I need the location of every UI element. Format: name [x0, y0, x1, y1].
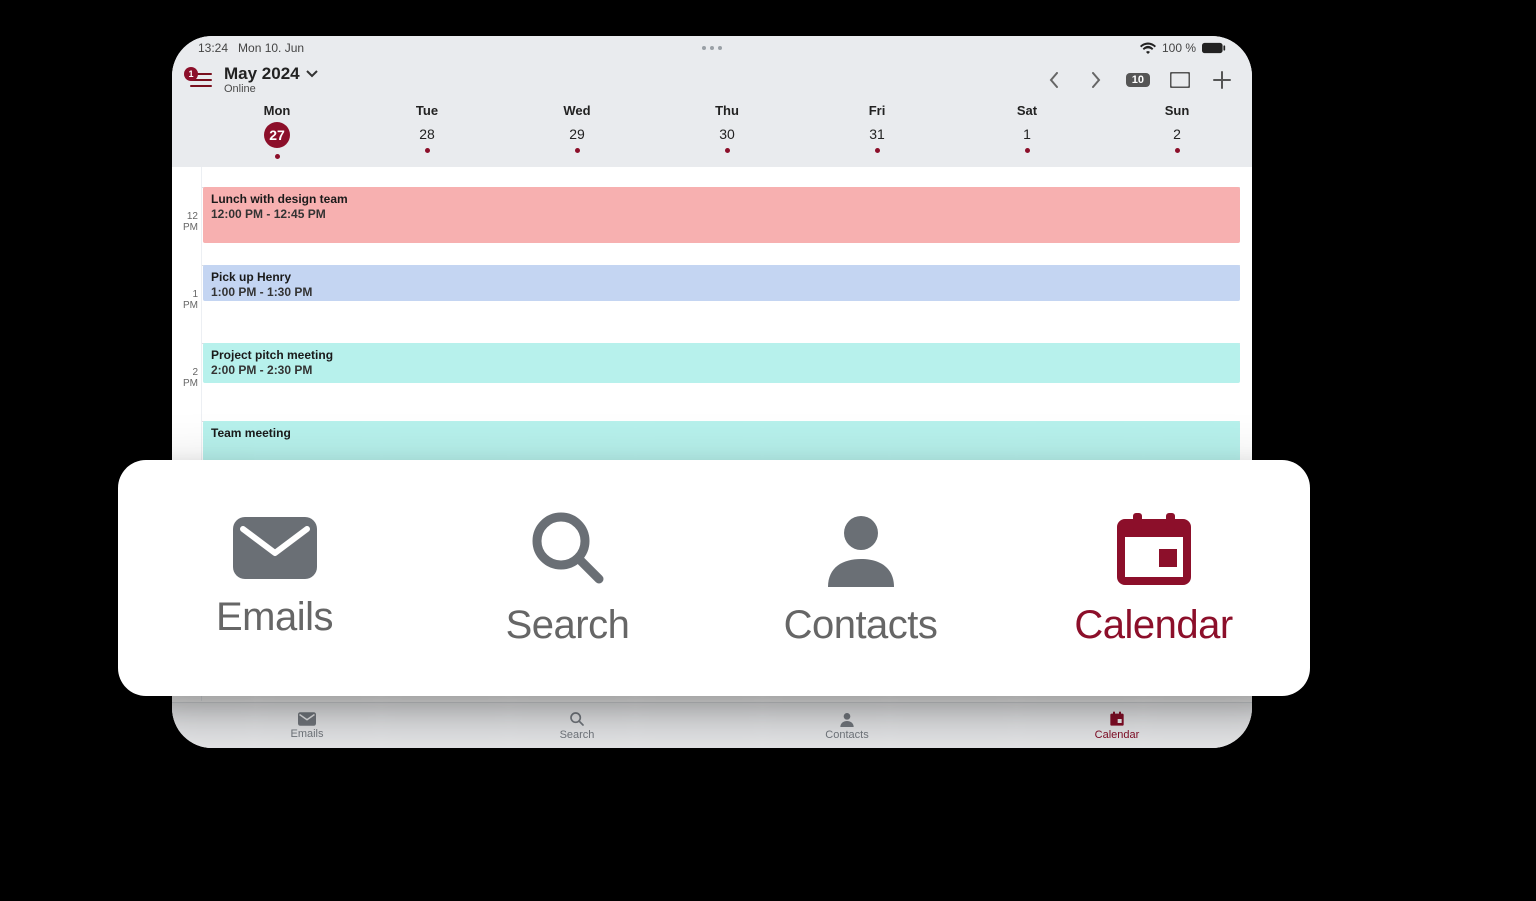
- hour-label-12: 12: [172, 211, 198, 222]
- weekday-number: 30: [719, 126, 735, 142]
- event-time: 1:00 PM - 1:30 PM: [211, 285, 1232, 299]
- weekday-indicator-dot: [725, 148, 730, 153]
- weekday-number: 29: [569, 126, 585, 142]
- nav-label: Contacts: [825, 729, 868, 741]
- event-project-pitch[interactable]: Project pitch meeting 2:00 PM - 2:30 PM: [203, 343, 1240, 383]
- bottom-nav: Emails Search Contacts Calendar: [172, 702, 1252, 748]
- weekday-number: 2: [1173, 126, 1181, 142]
- overlay-nav-label: Contacts: [784, 603, 938, 648]
- weekday-sun[interactable]: Sun 2: [1102, 103, 1252, 167]
- overlay-nav-label: Calendar: [1074, 603, 1232, 648]
- person-icon: [822, 509, 900, 587]
- weekday-indicator-dot: [575, 148, 580, 153]
- weekday-indicator-dot: [1175, 148, 1180, 153]
- weekday-indicator-dot: [425, 148, 430, 153]
- overlay-nav: Emails Search Contacts Calendar: [118, 460, 1310, 696]
- weekday-tue[interactable]: Tue 28: [352, 103, 502, 167]
- event-title: Team meeting: [211, 426, 1232, 440]
- add-button[interactable]: [1210, 68, 1234, 92]
- weekday-label: Fri: [869, 103, 886, 118]
- status-battery-text: 100 %: [1162, 41, 1196, 55]
- prev-button[interactable]: [1042, 68, 1066, 92]
- overlay-nav-search[interactable]: Search: [421, 490, 714, 666]
- event-time: 2:00 PM - 2:30 PM: [211, 363, 1232, 377]
- weekday-label: Tue: [416, 103, 438, 118]
- nav-label: Search: [560, 729, 595, 741]
- hour-label-2b: PM: [172, 378, 198, 389]
- nav-emails-small[interactable]: Emails: [172, 703, 442, 748]
- event-title: Lunch with design team: [211, 192, 1232, 206]
- overlay-nav-emails[interactable]: Emails: [128, 490, 421, 666]
- nav-label: Emails: [290, 728, 323, 740]
- nav-calendar-small[interactable]: Calendar: [982, 703, 1252, 748]
- wifi-icon: [1140, 42, 1156, 54]
- weekday-label: Sun: [1165, 103, 1190, 118]
- calendar-subtitle: Online: [224, 83, 318, 95]
- status-bar: 13:24 Mon 10. Jun 100 %: [172, 36, 1252, 60]
- weekday-indicator-dot: [875, 148, 880, 153]
- search-icon: [529, 509, 607, 587]
- status-date: Mon 10. Jun: [238, 41, 304, 55]
- weekday-mon[interactable]: Mon 27: [202, 103, 352, 167]
- chevron-down-icon: [306, 70, 318, 78]
- weekday-fri[interactable]: Fri 31: [802, 103, 952, 167]
- weekday-label: Thu: [715, 103, 739, 118]
- event-lunch[interactable]: Lunch with design team 12:00 PM - 12:45 …: [203, 187, 1240, 243]
- event-title: Pick up Henry: [211, 270, 1232, 284]
- weekday-label: Sat: [1017, 103, 1037, 118]
- weekday-number: 31: [869, 126, 885, 142]
- event-time: 12:00 PM - 12:45 PM: [211, 207, 1232, 221]
- calendar-title-block[interactable]: May 2024 Online: [224, 64, 318, 95]
- hour-label-2: 2: [172, 367, 198, 378]
- weekday-row: Mon 27 Tue 28 Wed 29 Thu 30 Fri 31 Sat 1: [172, 97, 1252, 167]
- event-pickup[interactable]: Pick up Henry 1:00 PM - 1:30 PM: [203, 265, 1240, 301]
- next-button[interactable]: [1084, 68, 1108, 92]
- overlay-nav-contacts[interactable]: Contacts: [714, 490, 1007, 666]
- nav-label: Calendar: [1095, 729, 1140, 741]
- battery-icon: [1202, 42, 1226, 54]
- weekday-number: 28: [419, 126, 435, 142]
- weekday-number: 27: [264, 122, 290, 148]
- overlay-nav-label: Emails: [216, 595, 333, 640]
- nav-contacts-small[interactable]: Contacts: [712, 703, 982, 748]
- calendar-icon: [1115, 509, 1193, 587]
- weekday-wed[interactable]: Wed 29: [502, 103, 652, 167]
- calendar-header: 1 May 2024 Online 10: [172, 60, 1252, 97]
- overlay-nav-calendar[interactable]: Calendar: [1007, 490, 1300, 666]
- weekday-number: 1: [1023, 126, 1031, 142]
- weekday-label: Wed: [563, 103, 590, 118]
- weekday-indicator-dot: [275, 154, 280, 159]
- status-time: 13:24: [198, 41, 228, 55]
- hour-label-1: 1: [172, 289, 198, 300]
- today-button[interactable]: 10: [1126, 73, 1150, 87]
- nav-search-small[interactable]: Search: [442, 703, 712, 748]
- status-handle[interactable]: [702, 46, 722, 50]
- menu-button[interactable]: 1: [190, 71, 214, 89]
- calendar-title: May 2024: [224, 64, 300, 84]
- mail-icon: [233, 517, 317, 579]
- hour-label-12b: PM: [172, 222, 198, 233]
- weekday-thu[interactable]: Thu 30: [652, 103, 802, 167]
- event-team-meeting[interactable]: Team meeting: [203, 421, 1240, 461]
- menu-badge: 1: [184, 67, 198, 81]
- weekday-label: Mon: [264, 103, 291, 118]
- event-title: Project pitch meeting: [211, 348, 1232, 362]
- hour-label-1b: PM: [172, 300, 198, 311]
- weekday-sat[interactable]: Sat 1: [952, 103, 1102, 167]
- weekday-indicator-dot: [1025, 148, 1030, 153]
- view-toggle-button[interactable]: [1168, 68, 1192, 92]
- overlay-nav-label: Search: [506, 603, 630, 648]
